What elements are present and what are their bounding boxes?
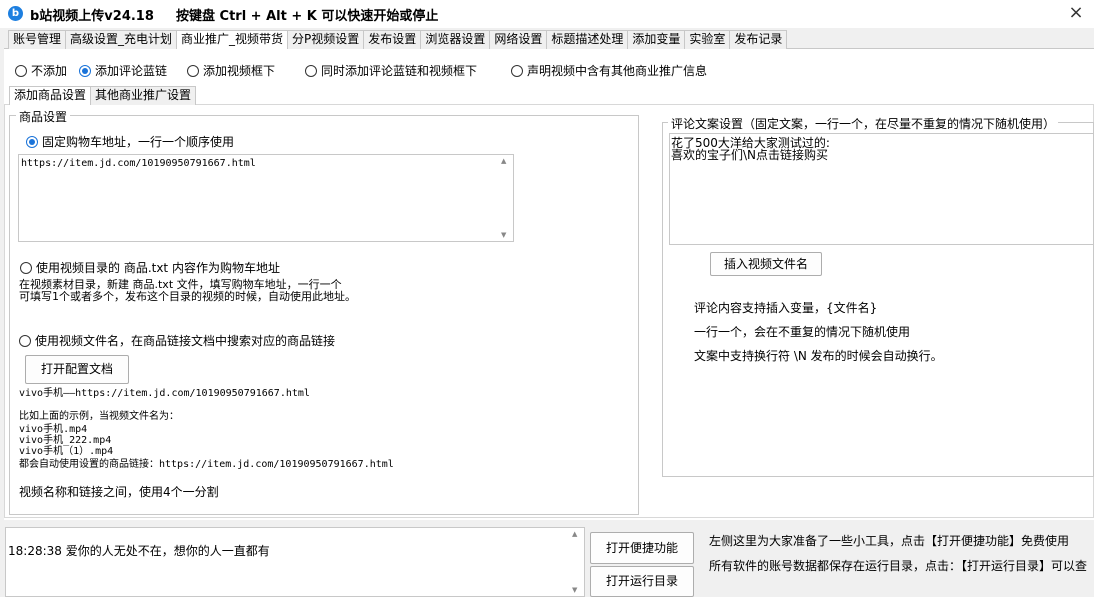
option-filename-indicator[interactable] xyxy=(19,335,31,347)
close-icon[interactable]: × xyxy=(1066,2,1086,23)
radio-both-indicator[interactable] xyxy=(305,65,317,77)
tab-title-desc[interactable]: 标题描述处理 xyxy=(546,30,629,49)
radio-none[interactable]: 不添加 xyxy=(15,62,68,78)
tab-accounts[interactable]: 账号管理 xyxy=(8,30,67,49)
radio-comment-link[interactable]: 添加评论蓝链 xyxy=(79,62,168,78)
tools-note-quick: 左侧这里为大家准备了一些小工具，点击【打开便捷功能】免费使用 xyxy=(709,534,1070,548)
tab-product-settings[interactable]: 添加商品设置 xyxy=(9,86,92,105)
radio-below-video[interactable]: 添加视频框下 xyxy=(187,62,276,78)
tab-advanced-charging[interactable]: 高级设置_充电计划 xyxy=(65,30,178,49)
radio-declare-promo-label: 声明视频中含有其他商业推广信息 xyxy=(527,64,708,78)
example-result: 都会自动使用设置的商品链接：https://item.jd.com/101909… xyxy=(19,459,394,470)
option-dir-file[interactable]: 使用视频目录的 商品.txt 内容作为购物车地址 xyxy=(20,259,280,276)
example-intro: 比如上面的示例，当视频文件名为： xyxy=(19,411,179,422)
tab-other-promo[interactable]: 其他商业推广设置 xyxy=(90,86,197,105)
tab-multipart-video[interactable]: 分P视频设置 xyxy=(287,30,365,49)
example-file-1: vivo手机.mp4 xyxy=(19,424,88,435)
tab-variables[interactable]: 添加变量 xyxy=(627,30,686,49)
option-filename[interactable]: 使用视频文件名，在商品链接文档中搜索对应的商品链接 xyxy=(19,332,335,349)
open-config-button[interactable]: 打开配置文档 xyxy=(25,355,129,384)
tab-publish-log[interactable]: 发布记录 xyxy=(729,30,788,49)
app-logo-icon: b xyxy=(8,6,23,21)
main-tab-bar: 账号管理 高级设置_充电计划 商业推广_视频带货 分P视频设置 发布设置 浏览器… xyxy=(8,30,788,49)
comment-hint-variables: 评论内容支持插入变量，{文件名} xyxy=(694,301,878,315)
option-fixed-url-label: 固定购物车地址，一行一个顺序使用 xyxy=(42,135,235,149)
log-scrollbar[interactable]: ▲ ▼ xyxy=(570,528,584,596)
example-file-2: vivo手机_222.mp4 xyxy=(19,435,112,446)
tab-network-settings[interactable]: 网络设置 xyxy=(489,30,548,49)
comment-text-line2: 喜欢的宝子们\N点击链接购买 xyxy=(671,148,829,162)
radio-both-label: 同时添加评论蓝链和视频框下 xyxy=(321,64,478,78)
option-dir-file-indicator[interactable] xyxy=(20,262,32,274)
tab-browser-settings[interactable]: 浏览器设置 xyxy=(420,30,491,49)
product-settings-title: 商品设置 xyxy=(16,108,71,125)
fixed-url-text: https://item.jd.com/10190950791667.html xyxy=(21,158,256,169)
open-quick-tools-button[interactable]: 打开便捷功能 xyxy=(590,532,694,564)
radio-comment-link-indicator[interactable] xyxy=(79,65,91,77)
radio-declare-promo[interactable]: 声明视频中含有其他商业推广信息 xyxy=(511,62,708,78)
open-run-dir-button[interactable]: 打开运行目录 xyxy=(590,566,694,597)
scroll-down-icon[interactable]: ▼ xyxy=(501,231,506,239)
sub-tab-bar: 添加商品设置 其他商业推广设置 xyxy=(9,86,197,105)
log-scroll-down-icon[interactable]: ▼ xyxy=(572,586,577,594)
radio-none-indicator[interactable] xyxy=(15,65,27,77)
radio-declare-promo-indicator[interactable] xyxy=(511,65,523,77)
hotkey-hint: 按键盘 Ctrl + Alt + K 可以快速开始或停止 xyxy=(176,9,439,24)
tools-note-run-dir: 所有软件的账号数据都保存在运行目录，点击：【打开运行目录】可以查 xyxy=(709,559,1088,573)
option-fixed-url-indicator[interactable] xyxy=(26,136,38,148)
tab-lab[interactable]: 实验室 xyxy=(684,30,731,49)
tab-publish-settings[interactable]: 发布设置 xyxy=(363,30,422,49)
log-textarea[interactable]: 18:28:38 爱你的人无处不在，想你的人一直都有 ▲ ▼ xyxy=(5,527,585,597)
fixed-url-textarea[interactable]: https://item.jd.com/10190950791667.html … xyxy=(18,154,514,242)
option-dir-file-label: 使用视频目录的 商品.txt 内容作为购物车地址 xyxy=(36,261,280,275)
log-scroll-up-icon[interactable]: ▲ xyxy=(572,530,577,538)
log-entry: 18:28:38 爱你的人无处不在，想你的人一直都有 xyxy=(8,544,270,558)
fixed-url-scrollbar[interactable]: ▲ ▼ xyxy=(499,155,513,241)
tab-commerce-promo[interactable]: 商业推广_视频带货 xyxy=(176,30,289,49)
radio-below-video-indicator[interactable] xyxy=(187,65,199,77)
option-filename-label: 使用视频文件名，在商品链接文档中搜索对应的商品链接 xyxy=(35,334,336,348)
window-title: b站视频上传v24.18 xyxy=(30,9,154,24)
radio-comment-link-label: 添加评论蓝链 xyxy=(95,64,168,78)
radio-below-video-label: 添加视频框下 xyxy=(203,64,276,78)
comment-hint-newline: 文案中支持换行符 \N 发布的时候会自动换行。 xyxy=(694,349,943,363)
separator-hint: 视频名称和链接之间，使用4个一分割 xyxy=(19,485,219,499)
scroll-up-icon[interactable]: ▲ xyxy=(501,157,506,165)
comment-textarea[interactable]: 花了500大洋给大家测试过的: 喜欢的宝子们\N点击链接购买 xyxy=(669,133,1094,245)
option-fixed-url[interactable]: 固定购物车地址，一行一个顺序使用 xyxy=(26,133,234,150)
comment-hint-random: 一行一个，会在不重复的情况下随机使用 xyxy=(694,325,911,339)
comment-settings-title: 评论文案设置（固定文案，一行一个，在尽量不重复的情况下随机使用） xyxy=(668,115,1059,132)
example-file-3: vivo手机（1）.mp4 xyxy=(19,446,114,457)
radio-none-label: 不添加 xyxy=(31,64,68,78)
dir-desc-line2: 可填写1个或者多个，发布这个目录的视频的时候，自动使用此地址。 xyxy=(19,290,356,303)
example-mapping: vivo手机——https://item.jd.com/101909507916… xyxy=(19,388,310,399)
insert-filename-button[interactable]: 插入视频文件名 xyxy=(710,252,822,276)
title-bar: b b站视频上传v24.18 按键盘 Ctrl + Alt + K 可以快速开始… xyxy=(0,0,1094,28)
radio-both[interactable]: 同时添加评论蓝链和视频框下 xyxy=(305,62,478,78)
